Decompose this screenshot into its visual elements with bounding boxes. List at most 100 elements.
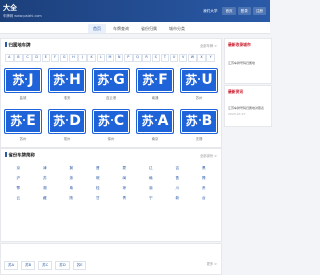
plate-card[interactable]: 苏 A 南京 bbox=[136, 109, 174, 141]
plate-card[interactable]: 苏 E 苏州 bbox=[4, 109, 42, 141]
plate-letter: B bbox=[201, 113, 213, 130]
nav-item-plate-query[interactable]: 车牌查询 bbox=[108, 24, 134, 33]
province-link[interactable]: 赣 bbox=[138, 176, 165, 181]
letter-filter-n[interactable]: N bbox=[114, 54, 124, 62]
plates-more-link[interactable]: 全部车牌 > bbox=[200, 43, 217, 48]
plate-province: 苏 bbox=[53, 73, 66, 88]
sidebar-latest-item[interactable]: 江苏车牌号码归属地 bbox=[228, 61, 255, 65]
province-more-link[interactable]: 全部省份 > bbox=[200, 153, 217, 158]
plate-letter: A bbox=[157, 113, 169, 130]
plate-card[interactable]: 苏 C 徐州 bbox=[92, 109, 130, 141]
letter-filter-l[interactable]: L bbox=[96, 54, 106, 62]
sidebar-news-item[interactable]: 江苏车牌号码归属地对照表 bbox=[228, 106, 264, 110]
province-link[interactable]: 闽 bbox=[111, 176, 138, 181]
nav-item-province[interactable]: 省份归属 bbox=[136, 24, 162, 33]
site-logo[interactable]: 大全 bbox=[3, 3, 17, 13]
header-login-button[interactable]: 登录 bbox=[237, 7, 251, 15]
province-link[interactable]: 粤 bbox=[58, 186, 85, 191]
letter-filter-e[interactable]: E bbox=[41, 54, 51, 62]
province-link[interactable]: 渝 bbox=[138, 186, 165, 191]
bottom-plate-link[interactable]: 苏C bbox=[38, 261, 53, 271]
plate-card[interactable]: 苏 B 无锡 bbox=[180, 109, 218, 141]
header-register-button[interactable]: 注册 bbox=[252, 7, 266, 15]
plate-province: 苏 bbox=[10, 114, 23, 129]
province-link[interactable]: 川 bbox=[164, 186, 191, 191]
letter-filter-m[interactable]: M bbox=[105, 54, 115, 62]
plate-caption: 淮安 bbox=[63, 95, 71, 100]
province-link[interactable]: 京 bbox=[5, 166, 32, 171]
letter-filter-y[interactable]: Y bbox=[206, 54, 215, 62]
letter-filter-c[interactable]: C bbox=[23, 54, 32, 62]
province-link[interactable]: 台 bbox=[191, 196, 218, 201]
letter-filter-s[interactable]: S bbox=[151, 54, 160, 62]
letter-filter-r[interactable]: R bbox=[142, 54, 151, 62]
province-link[interactable]: 辽 bbox=[138, 166, 165, 171]
plate-caption: 南通 bbox=[151, 95, 159, 100]
province-link[interactable]: 青 bbox=[111, 196, 138, 201]
province-link[interactable]: 鲁 bbox=[164, 176, 191, 181]
plate-card[interactable]: 苏 D 常州 bbox=[48, 109, 86, 141]
letter-filter-b[interactable]: B bbox=[14, 54, 23, 62]
letter-filter-w[interactable]: W bbox=[188, 54, 197, 62]
nav-item-home[interactable]: 首页 bbox=[88, 24, 106, 33]
plate-card[interactable]: 苏 F 南通 bbox=[136, 68, 174, 100]
province-link[interactable]: 蒙 bbox=[111, 166, 138, 171]
province-link[interactable]: 吉 bbox=[164, 166, 191, 171]
letter-filter-x[interactable]: X bbox=[197, 54, 206, 62]
letter-filter-p[interactable]: P bbox=[124, 54, 133, 62]
letter-filter-j[interactable]: J bbox=[78, 54, 87, 62]
province-link[interactable]: 云 bbox=[5, 196, 32, 201]
letter-filter-d[interactable]: D bbox=[32, 54, 41, 62]
letter-filter-g[interactable]: G bbox=[59, 54, 69, 62]
letter-filter-q[interactable]: Q bbox=[133, 54, 142, 62]
license-plate: 苏A bbox=[136, 109, 174, 134]
province-link[interactable]: 冀 bbox=[58, 166, 85, 171]
letter-filter-a[interactable]: A bbox=[5, 54, 14, 62]
province-link[interactable]: 黑 bbox=[191, 166, 218, 171]
plate-card[interactable]: 苏 G 连云港 bbox=[92, 68, 130, 100]
province-link[interactable]: 鄂 bbox=[5, 186, 32, 191]
main-nav: 首页 车牌查询 省份归属 城市分类 bbox=[0, 22, 270, 34]
bottom-plate-link[interactable]: 苏E bbox=[72, 261, 87, 271]
province-link[interactable]: 新 bbox=[164, 196, 191, 201]
license-plate: 苏H bbox=[48, 68, 86, 93]
header-link-university[interactable]: 我们大学 bbox=[200, 7, 220, 15]
province-panel: 省份车牌简称 全部省份 > 京津冀晋蒙辽吉黑沪苏浙皖闽赣鲁豫鄂湘粤桂琼渝川贵云藏… bbox=[0, 148, 222, 242]
nav-item-city[interactable]: 城市分类 bbox=[164, 24, 190, 33]
letter-filter-f[interactable]: F bbox=[50, 54, 60, 62]
plates-row-1: 苏 J 盐城苏 H 淮安 苏 G 连云港苏 F 南通苏 U 苏州 bbox=[4, 68, 218, 100]
province-link[interactable]: 苏 bbox=[32, 176, 59, 181]
bottom-plate-link[interactable]: 苏D bbox=[55, 261, 70, 271]
province-link[interactable]: 宁 bbox=[138, 196, 165, 201]
plate-card[interactable]: 苏 H 淮安 bbox=[48, 68, 86, 100]
province-link[interactable]: 豫 bbox=[191, 176, 218, 181]
plate-caption: 苏州 bbox=[19, 136, 27, 141]
letter-filter-h[interactable]: H bbox=[69, 54, 78, 62]
plate-province: 苏 bbox=[97, 114, 110, 129]
header-home-button[interactable]: 首页 bbox=[222, 7, 236, 15]
letter-filter-t[interactable]: T bbox=[160, 54, 170, 62]
province-link[interactable]: 琼 bbox=[111, 186, 138, 191]
license-plate: 苏D bbox=[48, 109, 86, 134]
letter-filter-v[interactable]: V bbox=[178, 54, 188, 62]
province-link[interactable]: 皖 bbox=[85, 176, 112, 181]
letter-filter-k[interactable]: K bbox=[87, 54, 96, 62]
bottom-plate-link[interactable]: 苏A bbox=[4, 261, 19, 271]
plate-card[interactable]: 苏 U 苏州 bbox=[180, 68, 218, 100]
province-link[interactable]: 沪 bbox=[5, 176, 32, 181]
province-link[interactable]: 甘 bbox=[85, 196, 112, 201]
province-link[interactable]: 藏 bbox=[32, 196, 59, 201]
plate-card[interactable]: 苏 J 盐城 bbox=[4, 68, 42, 100]
province-link[interactable]: 晋 bbox=[85, 166, 112, 171]
province-link[interactable]: 津 bbox=[32, 166, 59, 171]
province-link[interactable]: 桂 bbox=[85, 186, 112, 191]
license-plate: 苏E bbox=[4, 109, 42, 134]
province-link[interactable]: 湘 bbox=[32, 186, 59, 191]
letter-filter-u[interactable]: U bbox=[169, 54, 179, 62]
bottom-more-link[interactable]: 更多 > bbox=[207, 261, 217, 266]
plate-province: 苏 bbox=[141, 114, 154, 129]
bottom-plate-link[interactable]: 苏B bbox=[21, 261, 36, 271]
province-link[interactable]: 陕 bbox=[58, 196, 85, 201]
province-link[interactable]: 贵 bbox=[191, 186, 218, 191]
province-link[interactable]: 浙 bbox=[58, 176, 85, 181]
